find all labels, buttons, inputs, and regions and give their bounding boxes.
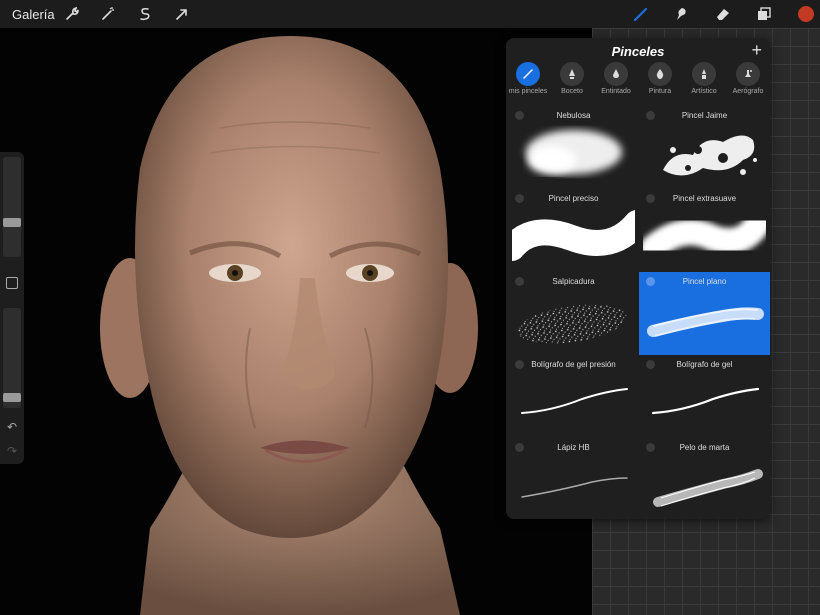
redo-icon[interactable]: ↷ bbox=[5, 444, 19, 458]
portrait-painting bbox=[100, 36, 478, 615]
top-toolbar: Galería bbox=[0, 0, 820, 28]
brush-icon bbox=[516, 62, 540, 86]
pencil-nib-icon bbox=[560, 62, 584, 86]
brush-tile[interactable]: Pincel Jaime bbox=[639, 106, 770, 189]
brush-name: Bolígrafo de gel presión bbox=[531, 360, 616, 369]
category-label: mis pinceles bbox=[508, 88, 548, 95]
airbrush-icon bbox=[736, 62, 760, 86]
brush-preview bbox=[521, 388, 628, 414]
brush-name: Pincel preciso bbox=[548, 194, 599, 203]
brush-icon[interactable] bbox=[630, 4, 652, 24]
plus-icon[interactable]: + bbox=[751, 40, 762, 61]
category-label: Boceto bbox=[561, 88, 583, 95]
brush-name: Pincel Jaime bbox=[681, 111, 728, 120]
brush-name: Bolígrafo de gel bbox=[676, 360, 733, 369]
category-artistico[interactable]: Artístico bbox=[682, 62, 726, 100]
brush-tile[interactable]: Pincel plano bbox=[639, 272, 770, 355]
selection-icon[interactable] bbox=[134, 4, 156, 24]
brush-tile[interactable]: Lápiz HB bbox=[508, 438, 639, 519]
brush-preview bbox=[653, 469, 763, 507]
brush-categories: mis pinceles Boceto Entintado Pintura Ar… bbox=[506, 62, 770, 100]
art-nib-icon bbox=[692, 62, 716, 86]
eraser-icon[interactable] bbox=[712, 4, 734, 24]
brush-preview bbox=[663, 135, 757, 176]
brush-name: Salpicadura bbox=[552, 277, 595, 286]
brush-name: Lápiz HB bbox=[557, 443, 590, 452]
brush-tile[interactable]: Pincel preciso bbox=[508, 189, 639, 272]
paint-drop-icon bbox=[648, 62, 672, 86]
brush-tile[interactable]: Pincel extrasuave bbox=[639, 189, 770, 272]
undo-icon[interactable]: ↶ bbox=[5, 420, 19, 434]
gallery-button[interactable]: Galería bbox=[12, 4, 55, 24]
brush-size-slider-thumb[interactable] bbox=[3, 218, 21, 227]
category-mis-pinceles[interactable]: mis pinceles bbox=[506, 62, 550, 100]
wrench-icon[interactable] bbox=[61, 4, 83, 24]
layers-icon[interactable] bbox=[753, 4, 775, 24]
category-entintado[interactable]: Entintado bbox=[594, 62, 638, 100]
brush-name: Pincel extrasuave bbox=[672, 194, 737, 203]
left-sidebar: ↶ ↷ bbox=[0, 152, 24, 464]
ink-drop-icon bbox=[604, 62, 628, 86]
category-label: Entintado bbox=[601, 88, 631, 95]
brush-tile[interactable]: Nebulosa bbox=[508, 106, 639, 189]
transform-arrow-icon[interactable] bbox=[171, 4, 193, 24]
magic-wand-icon[interactable] bbox=[97, 4, 119, 24]
panel-title: Pinceles bbox=[611, 44, 665, 59]
brush-preview bbox=[517, 304, 627, 344]
brush-preview bbox=[647, 307, 764, 337]
brush-tile[interactable]: Bolígrafo de gel bbox=[639, 355, 770, 438]
brush-tile[interactable]: Pelo de marta bbox=[639, 438, 770, 519]
category-pintura[interactable]: Pintura bbox=[638, 62, 682, 100]
opacity-slider-thumb[interactable] bbox=[3, 393, 21, 402]
brush-name: Nebulosa bbox=[556, 111, 591, 120]
smudge-icon[interactable] bbox=[670, 4, 692, 24]
brush-preview bbox=[526, 130, 622, 174]
category-boceto[interactable]: Boceto bbox=[550, 62, 594, 100]
category-label: Aerógrafo bbox=[732, 88, 764, 95]
category-label: Pintura bbox=[648, 88, 672, 95]
brush-size-slider[interactable] bbox=[3, 157, 21, 257]
brush-preview bbox=[521, 477, 628, 498]
brush-preview bbox=[643, 210, 766, 261]
brush-name: Pelo de marta bbox=[679, 443, 730, 452]
modify-square-icon[interactable] bbox=[6, 277, 18, 289]
color-swatch[interactable] bbox=[796, 4, 816, 24]
category-aerografo[interactable]: Aerógrafo bbox=[726, 62, 770, 100]
brush-tile[interactable]: Salpicadura bbox=[508, 272, 639, 355]
brush-preview bbox=[512, 210, 635, 261]
category-label: Artístico bbox=[691, 88, 717, 95]
brush-tile[interactable]: Bolígrafo de gel presión bbox=[508, 355, 639, 438]
brush-preview bbox=[651, 387, 760, 415]
brushes-panel: Pinceles + mis pinceles Boceto Entintado… bbox=[506, 38, 770, 519]
brush-name: Pincel plano bbox=[682, 277, 727, 286]
